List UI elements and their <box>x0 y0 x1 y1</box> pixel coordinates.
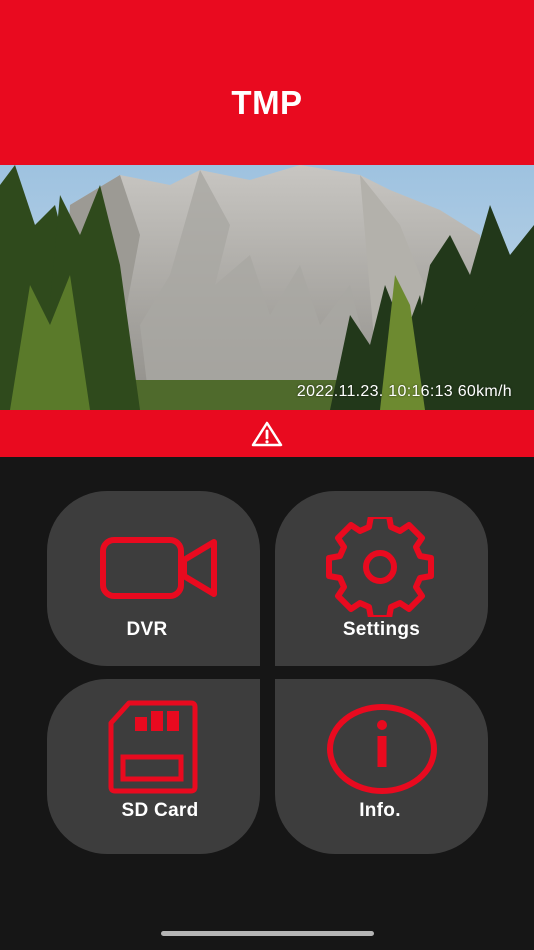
home-indicator[interactable] <box>161 931 374 936</box>
alert-bar[interactable] <box>0 410 534 457</box>
app-header: TMP <box>0 0 534 165</box>
gear-icon <box>326 517 434 617</box>
info-label: Info. <box>359 800 401 821</box>
timestamp-speed-overlay: 2022.11.23. 10:16:13 60km/h <box>296 383 512 400</box>
sd-card-label: SD Card <box>121 800 199 821</box>
mountain-landscape-image <box>0 165 534 410</box>
info-icon <box>327 704 437 794</box>
app-title: TMP <box>231 83 303 121</box>
video-camera-icon <box>100 537 217 599</box>
settings-label: Settings <box>342 619 421 640</box>
warning-triangle-icon <box>251 421 283 446</box>
info-button[interactable]: Info. <box>275 679 488 854</box>
dvr-button[interactable]: DVR <box>47 491 260 666</box>
sd-card-icon <box>108 700 198 794</box>
settings-button[interactable]: Settings <box>275 491 488 666</box>
sd-card-button[interactable]: SD Card <box>47 679 260 854</box>
dvr-label: DVR <box>126 619 168 640</box>
camera-preview[interactable]: 2022.11.23. 10:16:13 60km/h <box>0 165 534 410</box>
